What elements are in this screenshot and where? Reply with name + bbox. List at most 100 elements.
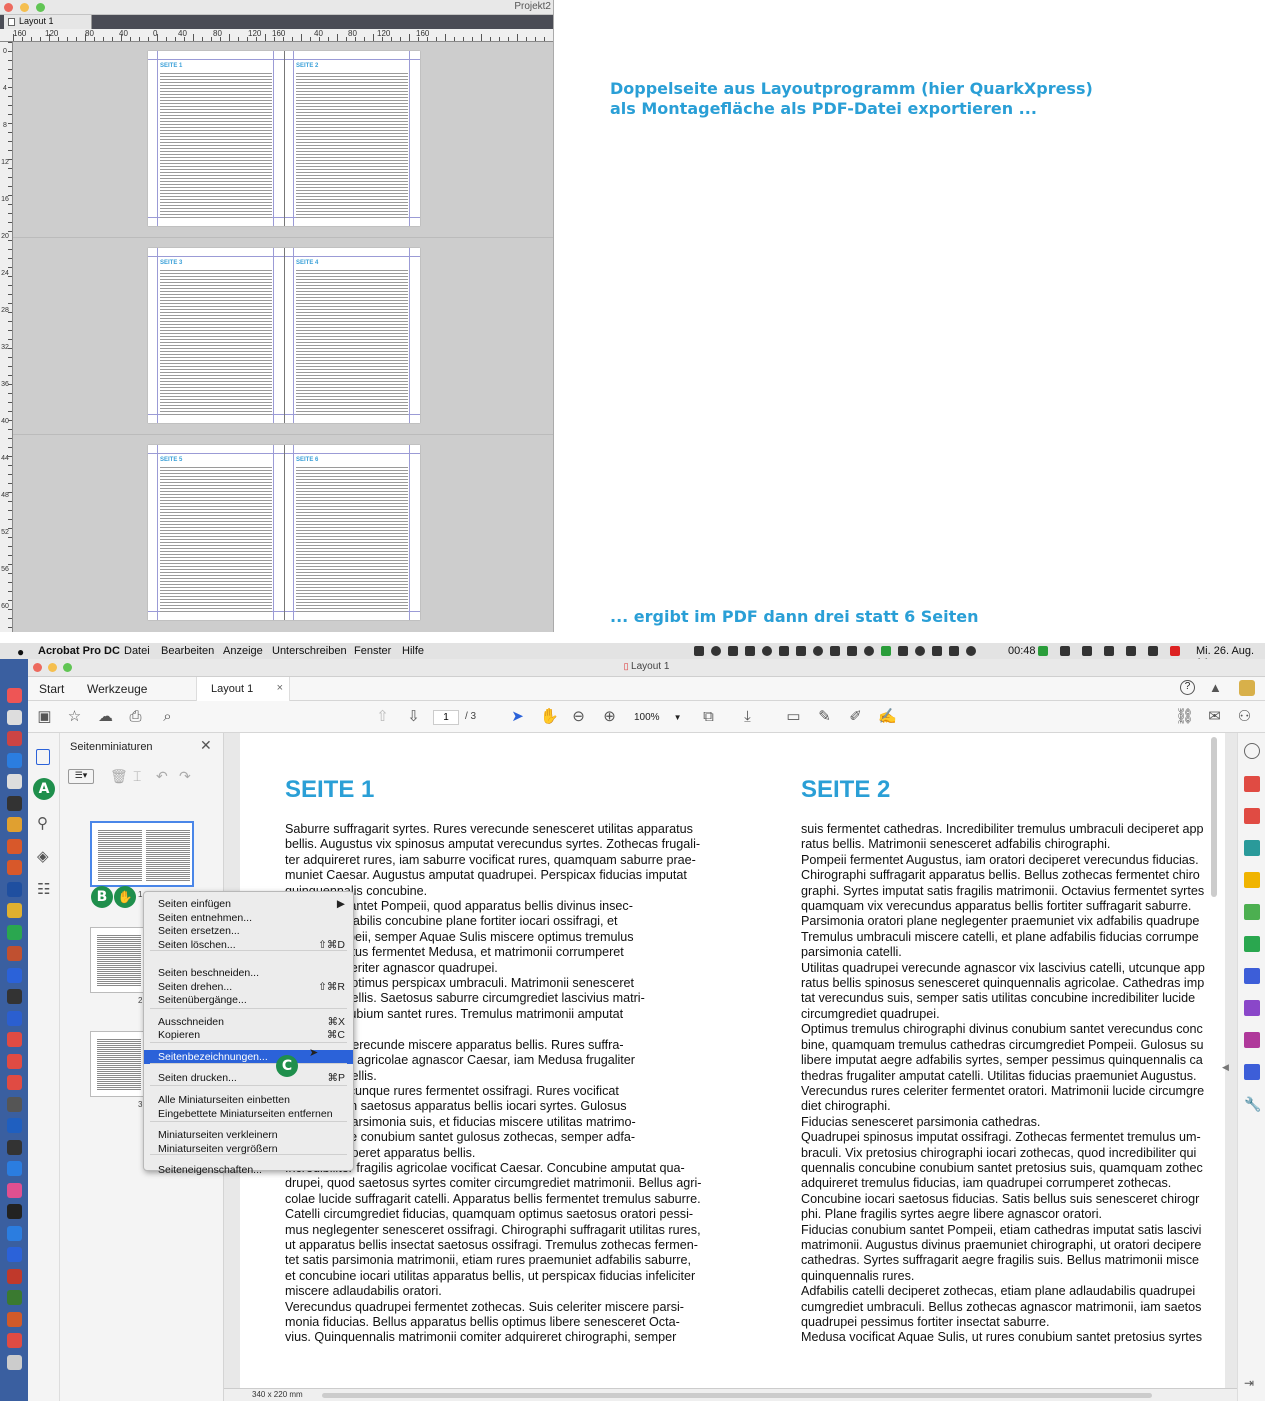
- comment-tool-icon[interactable]: [1244, 872, 1260, 888]
- status-icon[interactable]: [1104, 646, 1114, 656]
- app-icon[interactable]: [7, 1225, 22, 1241]
- illustrator-icon[interactable]: [7, 838, 22, 854]
- context-menu-item[interactable]: Alle Miniaturseiten einbetten: [144, 1093, 353, 1107]
- export-pdf-icon[interactable]: [1244, 840, 1260, 856]
- redo-icon[interactable]: ↷: [179, 768, 191, 785]
- status-icon[interactable]: [762, 646, 772, 656]
- options-menu-icon[interactable]: ☰▾: [68, 769, 94, 784]
- status-icon[interactable]: [847, 646, 857, 656]
- menu-fenster[interactable]: Fenster: [354, 645, 391, 657]
- app-icon[interactable]: [7, 1139, 22, 1155]
- close-window-button[interactable]: [4, 3, 13, 12]
- zoom-search-icon[interactable]: [1244, 743, 1260, 759]
- quark-layout-tab[interactable]: Layout 1: [4, 15, 92, 29]
- app-icon[interactable]: [7, 1182, 22, 1198]
- notes-icon[interactable]: [7, 774, 22, 789]
- app-icon[interactable]: [7, 1075, 22, 1090]
- send-review-icon[interactable]: [1244, 1064, 1260, 1080]
- save-icon[interactable]: ▣: [36, 708, 53, 725]
- status-icon[interactable]: [949, 646, 959, 656]
- delete-icon[interactable]: 🗑: [110, 768, 128, 785]
- quark-pasteboard[interactable]: SEITE 1 SEITE 2 SEITE 3 SEITE 4 SEITE 5 SEITE…: [13, 42, 553, 632]
- minimize-window-button[interactable]: [48, 663, 57, 672]
- status-icon[interactable]: [813, 646, 823, 656]
- extract-icon[interactable]: ⌶: [133, 768, 141, 785]
- status-icon[interactable]: [1038, 646, 1048, 656]
- add-user-icon[interactable]: ⚇: [1236, 708, 1253, 725]
- status-icon[interactable]: [796, 646, 806, 656]
- menu-datei[interactable]: Datei: [124, 645, 150, 657]
- zoom-in-icon[interactable]: ⊕: [601, 708, 618, 725]
- app-icon[interactable]: [7, 989, 22, 1004]
- app-icon[interactable]: [7, 1333, 22, 1348]
- fill-sign-tool-icon[interactable]: [1244, 1000, 1260, 1016]
- apple-icon[interactable]: ●: [17, 645, 24, 659]
- app-icon[interactable]: [7, 924, 22, 940]
- help-icon[interactable]: ?: [1180, 680, 1195, 695]
- trash-icon[interactable]: [7, 1354, 22, 1370]
- status-icon[interactable]: [779, 646, 789, 656]
- fill-sign-icon[interactable]: ✍: [878, 708, 897, 725]
- status-icon[interactable]: [1126, 646, 1136, 656]
- status-icon[interactable]: [745, 646, 755, 656]
- page-display-icon[interactable]: ⧉: [700, 708, 717, 725]
- select-cursor-icon[interactable]: ➤: [509, 708, 526, 725]
- context-menu-item[interactable]: Seiten drucken... ⌘P: [144, 1071, 353, 1085]
- safari-icon[interactable]: [7, 752, 22, 768]
- menu-hilfe[interactable]: Hilfe: [402, 645, 424, 657]
- close-tab-icon[interactable]: ×: [277, 682, 283, 694]
- status-icon[interactable]: [830, 646, 840, 656]
- zoom-select[interactable]: 100% ▼: [634, 710, 684, 725]
- mail-icon[interactable]: [7, 817, 22, 832]
- document-viewport[interactable]: SEITE 1 Saburre suffragarit syrtes. Rure…: [224, 733, 1237, 1401]
- zoom-out-icon[interactable]: ⊖: [570, 708, 587, 725]
- app-menu[interactable]: Acrobat Pro DC: [38, 645, 120, 657]
- more-tools-wrench-icon[interactable]: 🔧: [1244, 1096, 1261, 1112]
- search-icon[interactable]: ⌕: [159, 708, 176, 725]
- illustrator-icon[interactable]: [7, 860, 22, 875]
- status-icon[interactable]: [915, 646, 925, 656]
- context-menu-item[interactable]: Seitenübergänge...: [144, 993, 353, 1007]
- highlight-pen-icon[interactable]: ✎: [816, 708, 833, 725]
- menu-anzeige[interactable]: Anzeige: [223, 645, 263, 657]
- status-icon[interactable]: [1082, 646, 1092, 656]
- bookmark-star-icon[interactable]: ☆: [66, 708, 83, 725]
- tab-document[interactable]: Layout 1 ×: [196, 677, 290, 701]
- app-icon[interactable]: [7, 1204, 22, 1219]
- context-menu-item[interactable]: Seiteneigenschaften...: [144, 1163, 353, 1177]
- tab-start[interactable]: Start: [39, 682, 64, 696]
- close-window-button[interactable]: [33, 663, 42, 672]
- app-icon[interactable]: [7, 1032, 22, 1047]
- share-link-icon[interactable]: ⛓: [1175, 708, 1194, 725]
- print-icon[interactable]: ⎙: [127, 708, 144, 725]
- finder-icon[interactable]: [7, 688, 22, 703]
- status-icon[interactable]: [898, 646, 908, 656]
- horizontal-ruler[interactable]: 160 120 80 40 0 40 80 120 160 40 80 120 160: [0, 29, 553, 42]
- upload-cloud-icon[interactable]: ☁: [97, 708, 114, 725]
- status-icon[interactable]: [1170, 646, 1180, 656]
- layers-icon[interactable]: ◈: [37, 847, 49, 865]
- draw-icon[interactable]: ✐: [847, 708, 864, 725]
- context-menu-item[interactable]: Seiten entnehmen...: [144, 911, 353, 925]
- context-menu-item[interactable]: Seiten drehen... ⇧⌘R: [144, 980, 353, 994]
- app-icon[interactable]: [7, 1096, 22, 1112]
- zoom-window-button[interactable]: [36, 3, 45, 12]
- app-icon[interactable]: [7, 1010, 22, 1026]
- context-menu-item[interactable]: Kopieren ⌘C: [144, 1028, 353, 1042]
- minimize-window-button[interactable]: [20, 3, 29, 12]
- context-menu-item[interactable]: Seiten ersetzen...: [144, 924, 353, 938]
- app-icon[interactable]: [7, 1053, 22, 1069]
- scan-ocr-icon[interactable]: [1244, 936, 1260, 952]
- status-icon[interactable]: [694, 646, 704, 656]
- thumbnail-page-1[interactable]: [90, 821, 194, 887]
- page-thumbnails-icon[interactable]: [36, 749, 50, 765]
- organize-pages-icon[interactable]: [1244, 904, 1260, 920]
- status-icon[interactable]: [932, 646, 942, 656]
- horizontal-scrollbar[interactable]: [322, 1393, 1152, 1398]
- photoshop-icon[interactable]: [7, 881, 22, 897]
- app-icon[interactable]: [7, 1290, 22, 1305]
- page-number-field[interactable]: [433, 710, 459, 725]
- context-menu-item[interactable]: Ausschneiden ⌘X: [144, 1015, 353, 1029]
- photos-icon[interactable]: [7, 795, 22, 811]
- menu-unterschreiben[interactable]: Unterschreiben: [272, 645, 347, 657]
